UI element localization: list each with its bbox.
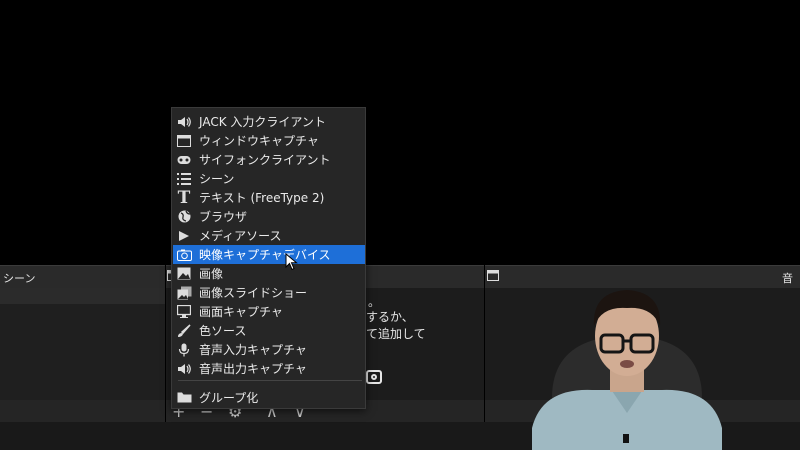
scenes-dock-header: シーン: [0, 265, 165, 289]
scenes-list[interactable]: [0, 288, 165, 400]
camera-hint-icon: [366, 370, 382, 384]
menu-item-image[interactable]: 画像: [173, 264, 365, 283]
add-source-menu: JACK 入力クライアント ウィンドウキャプチャ サイフォンクライアント シーン…: [171, 107, 366, 409]
float-dock-icon[interactable]: [487, 270, 499, 281]
scenes-dock-title: シーン: [3, 272, 36, 285]
slideshow-icon: [176, 286, 192, 300]
webcam-person-overlay: [532, 290, 722, 450]
menu-item-audio-input-capture[interactable]: 音声入力キャプチャ: [173, 340, 365, 359]
menu-separator: [178, 380, 362, 381]
mouse-pointer-icon: [285, 253, 298, 271]
monitor-icon: [176, 305, 192, 319]
preview-canvas: [0, 0, 800, 265]
menu-item-screen-capture[interactable]: 画面キャプチャ: [173, 302, 365, 321]
menu-item-jack-input[interactable]: JACK 入力クライアント: [173, 112, 365, 131]
menu-item-media-source[interactable]: メディアソース: [173, 226, 365, 245]
scene-row-selected[interactable]: [0, 288, 165, 304]
list-icon: [176, 172, 192, 186]
menu-item-video-capture-device[interactable]: 映像キャプチャデバイス: [173, 245, 365, 264]
microphone-icon: [176, 343, 192, 357]
folder-icon: [176, 391, 192, 405]
globe-icon: [176, 210, 192, 224]
menu-item-group[interactable]: グループ化: [173, 388, 365, 407]
play-icon: [176, 229, 192, 243]
gamepad-icon: [176, 153, 192, 167]
menu-item-window-capture[interactable]: ウィンドウキャプチャ: [173, 131, 365, 150]
menu-item-scene[interactable]: シーン: [173, 169, 365, 188]
sources-hint-line2: するか、: [366, 310, 414, 324]
menu-item-image-slideshow[interactable]: 画像スライドショー: [173, 283, 365, 302]
menu-item-color-source[interactable]: 色ソース: [173, 321, 365, 340]
speaker-icon: [176, 115, 192, 129]
text-icon: T: [177, 187, 191, 208]
menu-item-audio-output-capture[interactable]: 音声出力キャプチャ: [173, 359, 365, 378]
menu-item-text-freetype[interactable]: T テキスト (FreeType 2): [173, 187, 365, 208]
speaker-icon: [176, 362, 192, 376]
menu-item-browser[interactable]: ブラウザ: [173, 207, 365, 226]
scenes-toolbar: [0, 400, 165, 422]
sources-hint-line3: て追加して: [366, 327, 426, 341]
menu-item-syphon-client[interactable]: サイフォンクライアント: [173, 150, 365, 169]
window-icon: [176, 134, 192, 148]
brush-icon: [176, 323, 192, 338]
camera-icon: [176, 248, 192, 262]
image-icon: [176, 267, 192, 281]
